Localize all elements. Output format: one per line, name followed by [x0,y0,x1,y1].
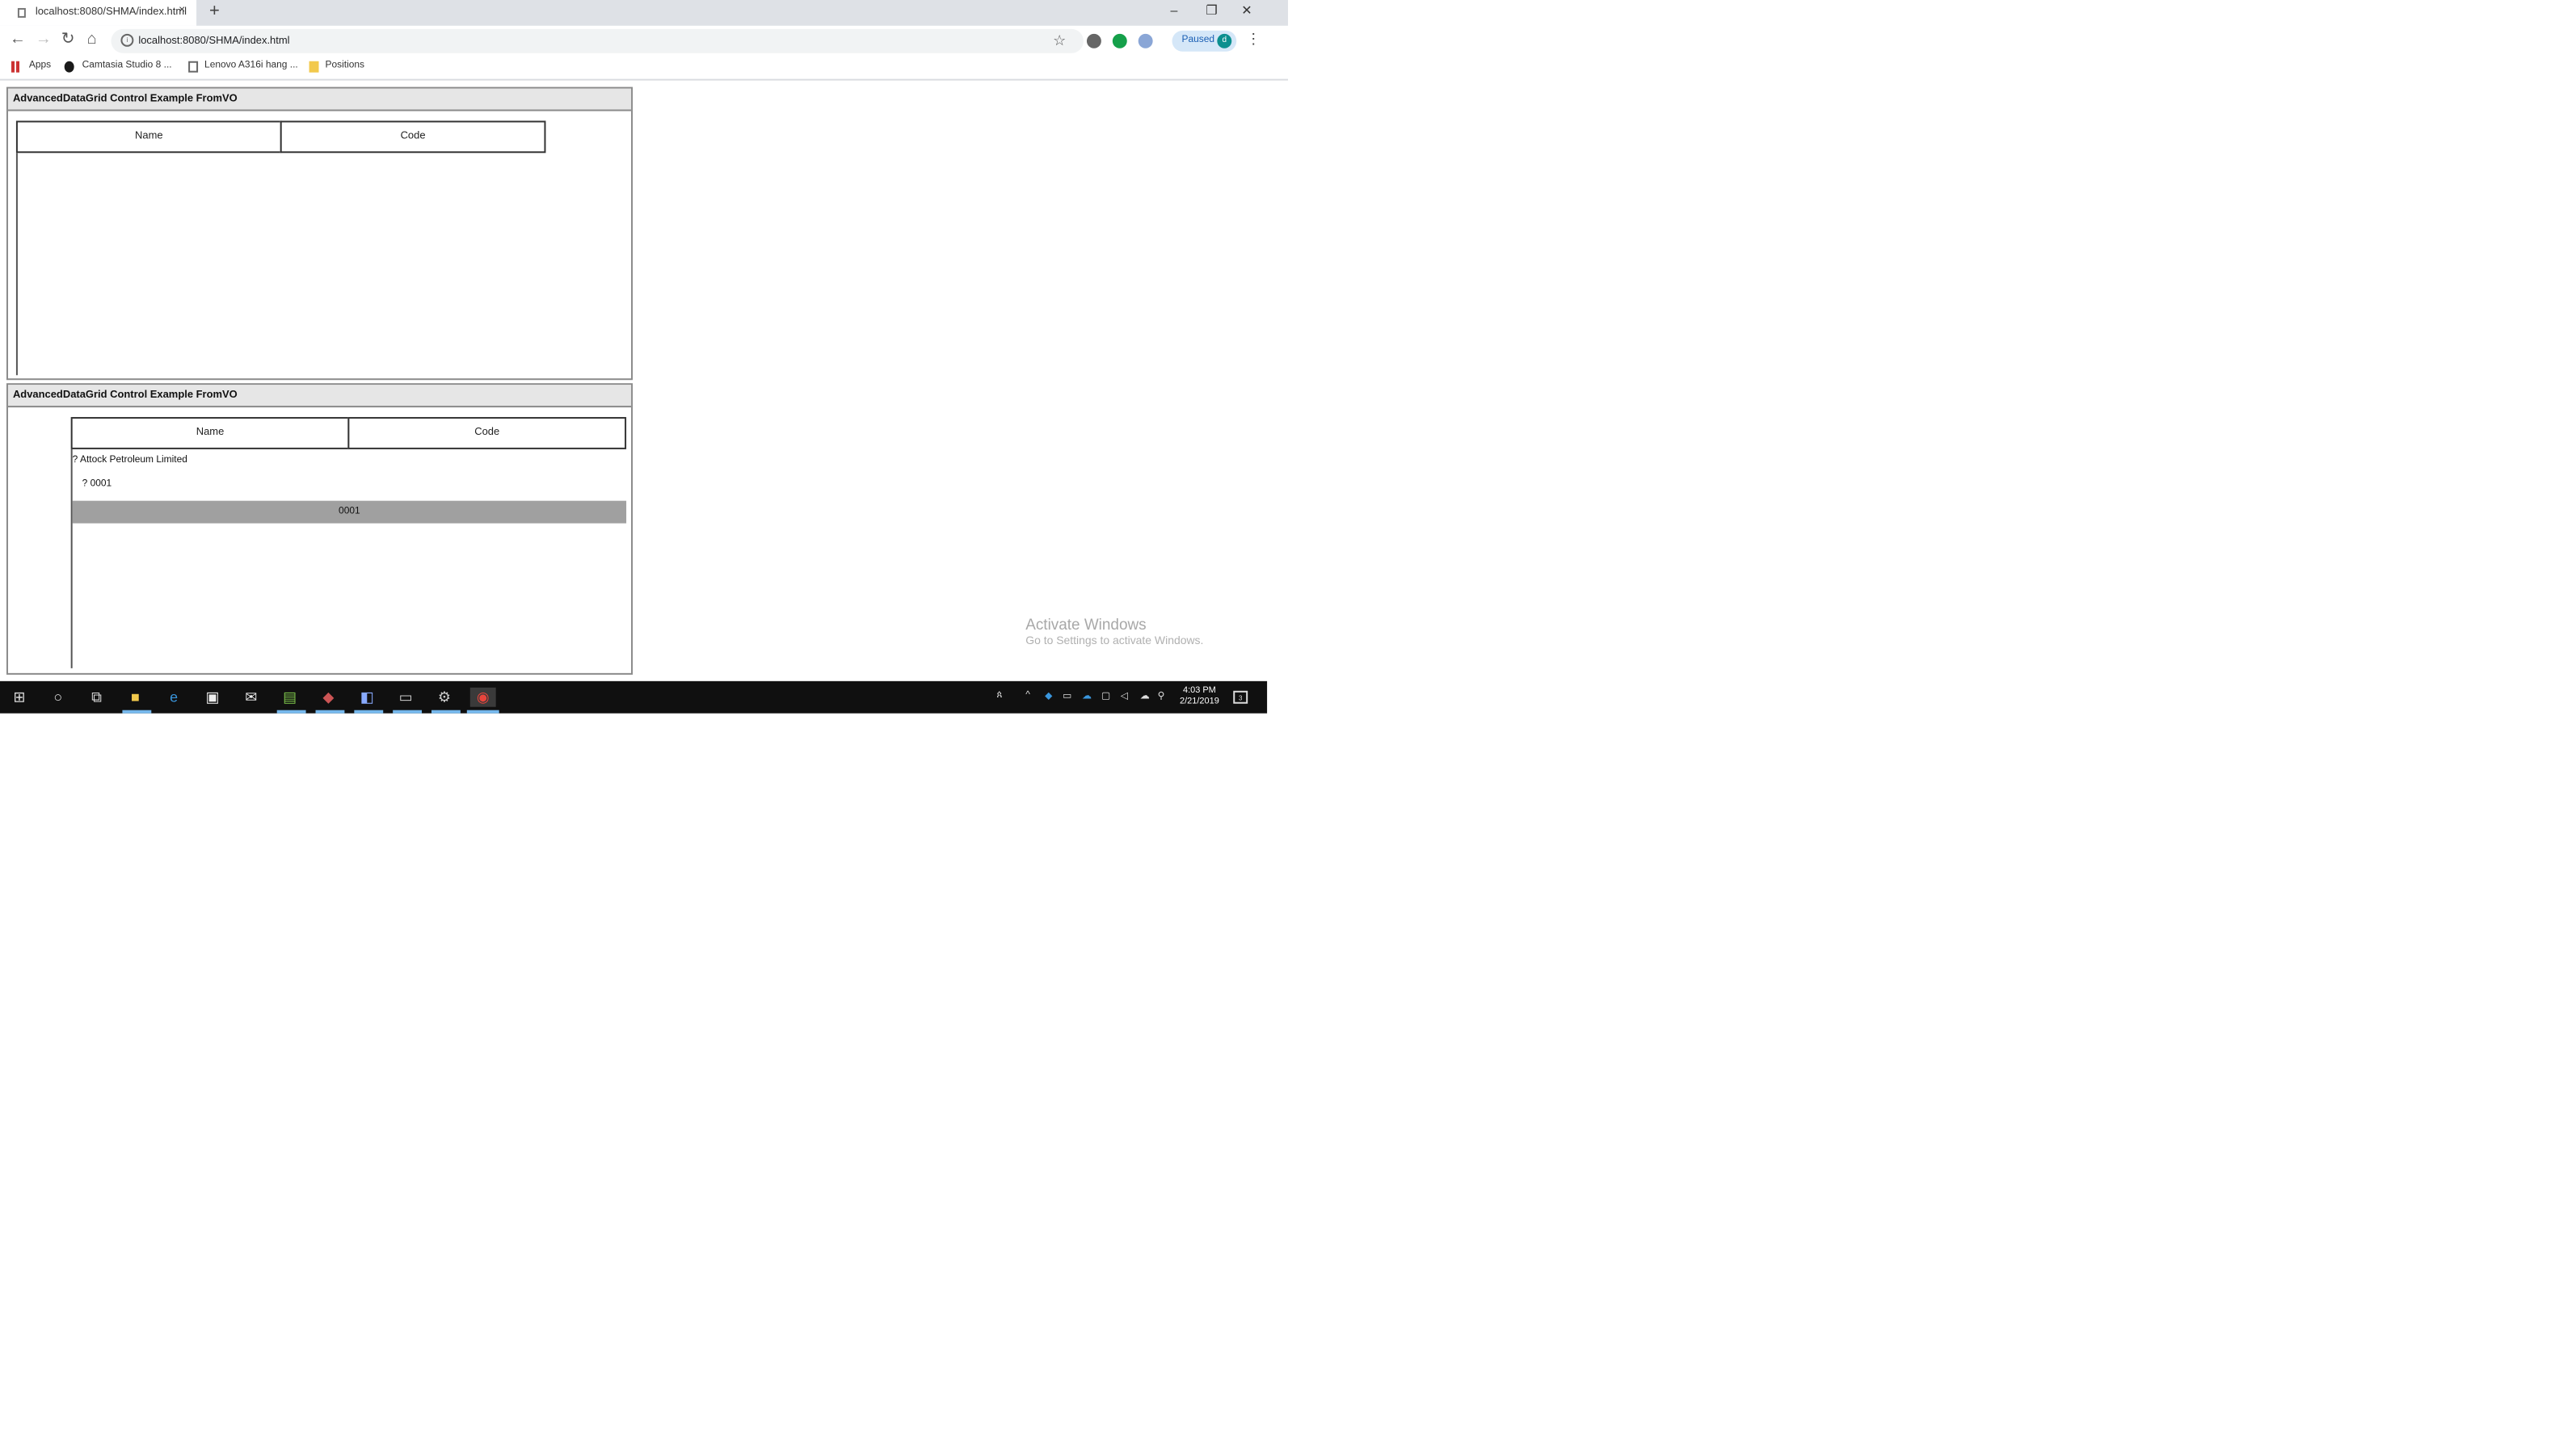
close-window-button[interactable]: ✕ [1241,3,1252,18]
app-icon-blue[interactable]: ◧ [357,688,377,707]
taskbar-clock[interactable]: 4:03 PM 2/21/2019 [1169,686,1231,709]
file-explorer-icon[interactable]: ■ [125,688,145,707]
minimize-button[interactable]: – [1171,3,1178,18]
usb-icon[interactable]: ⚲ [1158,691,1165,702]
edge-icon[interactable]: e [164,688,183,707]
selected-row[interactable]: 0001 [72,500,627,524]
new-tab-button[interactable]: + [209,2,220,21]
volume-muted-icon[interactable]: ◁ [1121,691,1128,702]
extension-icon[interactable] [1086,33,1101,48]
advanced-data-grid-2[interactable]: Name Code ? Attock Petroleum Limited ? 0… [70,417,627,668]
file-explorer-indicator [122,710,152,714]
avatar: d [1217,33,1232,48]
column-header-code[interactable]: Code [347,417,627,449]
page-icon [17,7,26,18]
activate-windows-subtitle: Go to Settings to activate Windows. [1025,636,1204,647]
panel-1-title: AdvancedDataGrid Control Example FromVO [12,93,238,105]
advanced-data-grid-1[interactable]: Name Code [15,120,546,376]
cloud-icon[interactable]: ☁ [1140,691,1150,702]
panel-2-title-bar: AdvancedDataGrid Control Example FromVO [7,385,632,408]
menu-icon[interactable]: ⋮ [1246,31,1261,48]
camtasia-icon [64,61,74,73]
bookmark-positions[interactable]: Positions [325,61,364,71]
home-icon[interactable]: ⌂ [87,31,97,48]
profile-status: Paused [1181,35,1215,45]
grid-panel-2: AdvancedDataGrid Control Example FromVO … [6,383,633,675]
app-indicator [315,710,345,714]
folder-icon [309,61,319,73]
page-icon [188,61,199,73]
terminal-icon[interactable]: ▭ [396,688,415,707]
clock-date: 2/21/2019 [1180,697,1219,707]
tab-title: localhost:8080/SHMA/index.html [35,6,187,18]
app-icon-green[interactable]: ▤ [280,688,300,707]
panel-2-title: AdvancedDataGrid Control Example FromVO [12,390,238,402]
network-icon[interactable]: ▢ [1101,691,1110,702]
bookmark-camtasia[interactable]: Camtasia Studio 8 ... [82,61,172,71]
bookmark-star-icon[interactable]: ☆ [1053,32,1066,50]
address-bar[interactable]: i localhost:8080/SHMA/index.html ☆ [111,28,1084,53]
restore-button[interactable]: ❐ [1206,3,1217,18]
search-icon[interactable]: ○ [48,688,68,707]
back-icon[interactable]: ← [10,31,26,48]
action-center-icon[interactable]: 3 [1233,690,1248,704]
browser-tab[interactable]: localhost:8080/SHMA/index.html × [0,0,197,26]
apps-grid-icon [11,61,21,73]
mail-icon[interactable]: ✉ [242,688,261,707]
store-icon[interactable]: ▣ [203,688,222,707]
grid-1-left-border [15,153,18,376]
column-header-name[interactable]: Name [70,417,350,449]
bookmark-apps[interactable]: Apps [29,61,51,71]
forward-icon[interactable]: → [36,31,52,48]
app-indicator [354,710,384,714]
people-icon[interactable]: ጰ [996,691,1002,702]
panel-1-title-bar: AdvancedDataGrid Control Example FromVO [7,88,632,112]
start-icon[interactable]: ⊞ [10,688,29,707]
task-view-icon[interactable]: ⧉ [87,688,107,707]
chrome-icon[interactable]: ◉ [469,687,496,707]
windows-taskbar: ⊞ ○ ⧉ ■ e ▣ ✉ ▤ ◆ ◧ ▭ ⚙ ◉ ጰ ^ ◆ ▭ ☁ ▢ ◁ … [0,680,1268,714]
chevron-up-icon[interactable]: ^ [1025,691,1030,701]
onedrive-icon[interactable]: ☁ [1082,691,1092,702]
clock-time: 4:03 PM [1182,685,1216,696]
battery-icon[interactable]: ▭ [1063,691,1071,702]
grammarly-icon[interactable] [1112,33,1127,48]
url-text[interactable]: localhost:8080/SHMA/index.html [138,36,289,47]
app-indicator [276,710,306,714]
site-info-icon[interactable]: i [120,33,134,47]
browser-toolbar: ← → ↻ ⌂ i localhost:8080/SHMA/index.html… [0,25,1288,57]
chrome-indicator [466,710,499,714]
column-header-name[interactable]: Name [15,120,282,154]
app-indicator [431,710,461,714]
tree-row-code[interactable]: ? 0001 [82,480,112,490]
bookmark-lenovo[interactable]: Lenovo A316i hang ... [204,61,298,71]
reload-icon[interactable]: ↻ [61,31,75,48]
profile-button[interactable]: Paused d [1172,30,1237,52]
gear-app-icon[interactable]: ⚙ [435,688,454,707]
grid-2-left-border [70,449,73,668]
app-indicator [393,710,423,714]
bookmarks-bar: Apps Camtasia Studio 8 ... Lenovo A316i … [0,56,1288,81]
tree-row-company[interactable]: ? Attock Petroleum Limited [73,456,187,465]
tab-strip: localhost:8080/SHMA/index.html × + – ❐ ✕ [0,0,1288,26]
app-icon-red[interactable]: ◆ [319,688,339,707]
tab-close-icon[interactable]: × [179,5,185,16]
screen: localhost:8080/SHMA/index.html × + – ❐ ✕… [0,0,2576,1449]
grid-panel-1: AdvancedDataGrid Control Example FromVO … [6,86,633,381]
dropbox-icon[interactable]: ◆ [1045,691,1052,702]
extension-feather-icon[interactable] [1138,33,1153,48]
activate-windows-title: Activate Windows [1025,617,1147,635]
column-header-code[interactable]: Code [280,120,546,154]
